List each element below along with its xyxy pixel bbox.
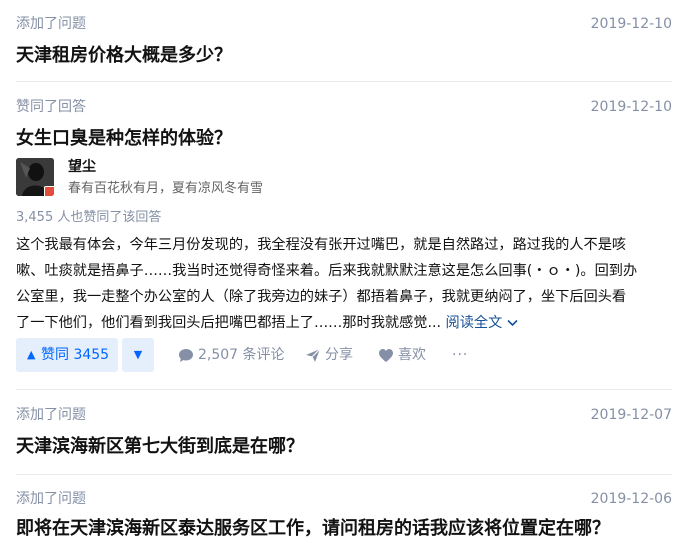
avatar[interactable]	[16, 158, 54, 196]
excerpt-line: 公室里，我一走整个办公室的人（除了我旁边的妹子）都捂着鼻子，我就更纳闷了，坐下后…	[16, 289, 627, 305]
author-bio: 春有百花秋有月，夏有凉风冬有雪	[68, 181, 264, 196]
activity-date: 2019-12-10	[590, 99, 672, 115]
comments-button[interactable]: 2,507 条评论	[178, 338, 288, 372]
feed-item: 添加了问题 2019-12-10 天津租房价格大概是多少？	[16, 14, 672, 74]
share-icon	[306, 348, 321, 362]
question-title[interactable]: 天津滨海新区第七大街到底是在哪？	[16, 434, 304, 460]
excerpt-line-last: 了一下他们，他们看到我回头后把嘴巴都捂上了……那时我就感觉... 阅读全文	[16, 310, 676, 336]
vote-up-button[interactable]: ▲ 赞同 3455	[16, 338, 118, 372]
like-button[interactable]: 喜欢	[378, 338, 438, 372]
read-more-label: 阅读全文	[445, 315, 503, 331]
feed-item-meta: 添加了问题 2019-12-10	[16, 14, 672, 34]
question-title[interactable]: 天津租房价格大概是多少？	[16, 43, 232, 69]
activity-type: 添加了问题	[16, 16, 86, 32]
share-label: 分享	[325, 347, 353, 363]
excerpt-line-text: 了一下他们，他们看到我回头后把嘴巴都捂上了……那时我就感觉...	[16, 315, 441, 331]
author-name[interactable]: 望尘	[68, 158, 96, 176]
voters-text[interactable]: 3,455 人也赞同了该回答	[16, 209, 161, 227]
vote-up-label: 赞同 3455	[41, 347, 110, 363]
question-title[interactable]: 即将在天津滨海新区泰达服务区工作，请问租房的话我应该将位置定在哪？	[16, 516, 610, 542]
triangle-down-icon: ▼	[133, 348, 143, 361]
divider	[16, 81, 672, 82]
feed-item-meta: 赞同了回答 2019-12-10	[16, 97, 672, 117]
avatar-badge-icon	[44, 186, 54, 196]
more-icon: ···	[452, 347, 469, 363]
feed-item-meta: 添加了问题 2019-12-06	[16, 489, 672, 509]
comment-icon	[179, 349, 193, 362]
excerpt-line: 这个我最有体会，今年三月份发现的，我全程没有张开过嘴巴，就是自然路过，路过我的人…	[16, 237, 627, 253]
activity-type: 赞同了回答	[16, 99, 86, 115]
activity-type: 添加了问题	[16, 491, 86, 507]
activity-date: 2019-12-07	[590, 407, 672, 423]
feed-item-meta: 添加了问题 2019-12-07	[16, 405, 672, 425]
more-button[interactable]: ···	[452, 338, 476, 372]
vote-down-button[interactable]: ▼	[122, 338, 154, 372]
divider	[16, 389, 672, 390]
comments-label: 2,507 条评论	[198, 347, 285, 363]
feed-item: 赞同了回答 2019-12-10 女生口臭是种怎样的体验？ 望尘 春有百花秋有月…	[16, 97, 672, 387]
activity-date: 2019-12-06	[590, 491, 672, 507]
excerpt-line: 嗽、吐痰就是捂鼻子……我当时还觉得奇怪来着。后来我就默默注意这是怎么回事(・ｏ・…	[16, 263, 638, 279]
chevron-down-icon	[507, 319, 518, 327]
triangle-up-icon: ▲	[27, 348, 36, 361]
feed-item: 添加了问题 2019-12-06 即将在天津滨海新区泰达服务区工作，请问租房的话…	[16, 489, 672, 549]
heart-icon	[379, 349, 393, 362]
read-more-button[interactable]: 阅读全文	[446, 315, 518, 331]
activity-feed: 添加了问题 2019-12-10 天津租房价格大概是多少？ 赞同了回答 2019…	[0, 0, 693, 559]
author-info: 望尘 春有百花秋有月，夏有凉风冬有雪	[16, 158, 416, 200]
divider	[16, 474, 672, 475]
question-title[interactable]: 女生口臭是种怎样的体验？	[16, 126, 232, 152]
answer-actions: ▲ 赞同 3455 ▼ 2,507 条评论 分享 喜欢 ···	[16, 338, 672, 372]
answer-excerpt[interactable]: 这个我最有体会，今年三月份发现的，我全程没有张开过嘴巴，就是自然路过，路过我的人…	[16, 232, 676, 336]
feed-item: 添加了问题 2019-12-07 天津滨海新区第七大街到底是在哪？	[16, 405, 672, 465]
share-button[interactable]: 分享	[305, 338, 365, 372]
like-label: 喜欢	[398, 347, 426, 363]
activity-date: 2019-12-10	[590, 16, 672, 32]
activity-type: 添加了问题	[16, 407, 86, 423]
